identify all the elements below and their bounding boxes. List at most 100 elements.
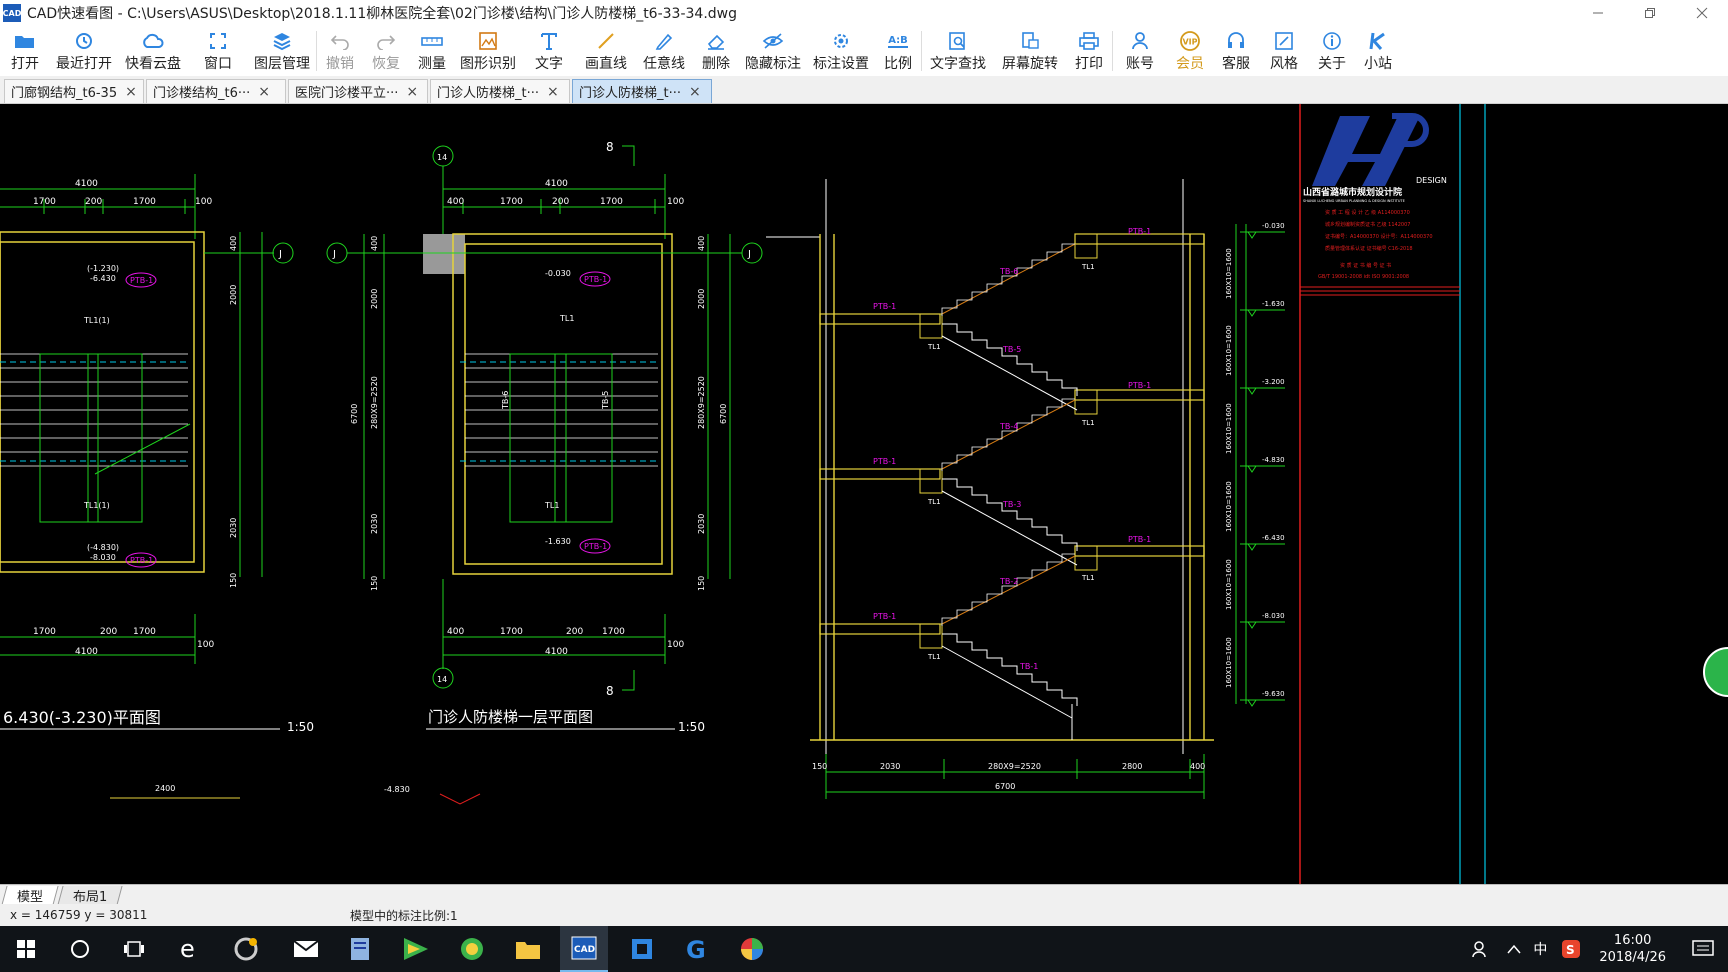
grid-14-bubble: 14 — [437, 153, 447, 162]
clock[interactable]: 16:00 2018/4/26 — [1599, 932, 1666, 966]
redo-button[interactable]: 恢复 — [363, 26, 409, 76]
tab-doc-4[interactable]: 门诊人防楼梯_t··· × — [430, 79, 570, 103]
minimize-icon — [1593, 12, 1603, 14]
close-icon[interactable]: × — [125, 84, 137, 100]
level-mark: -8.030 — [1240, 612, 1285, 629]
tab-layout1-label: 布局1 — [73, 889, 108, 904]
open-button[interactable]: 打开 — [0, 26, 50, 76]
shape-recognize-button[interactable]: 图形识别 — [455, 26, 521, 76]
close-window-button[interactable] — [1676, 0, 1728, 26]
dim-text: 2030 — [880, 762, 900, 771]
eraser-icon — [704, 30, 728, 52]
rotate-screen-button[interactable]: 屏幕旋转 — [994, 26, 1066, 76]
clock-time: 16:00 — [1613, 933, 1652, 948]
account-button[interactable]: 账号 — [1113, 26, 1167, 76]
tab-doc-1[interactable]: 门廊钢结构_t6-35 × — [4, 79, 144, 103]
undo-button[interactable]: 撤销 — [317, 26, 363, 76]
media-player-icon[interactable] — [392, 926, 440, 972]
center-plan-title: 门诊人防楼梯一层平面图 — [428, 708, 593, 726]
dim-text: 150 — [370, 576, 379, 591]
vip-button[interactable]: VIP 会员 — [1167, 26, 1213, 76]
office-icon[interactable] — [618, 926, 666, 972]
folder-open-icon — [13, 30, 37, 52]
chevron-up-icon[interactable] — [1507, 944, 1521, 954]
style-icon — [1272, 30, 1296, 52]
tb-label: TB-6 — [501, 391, 510, 410]
pencil-icon — [652, 30, 676, 52]
tab-doc-2[interactable]: 门诊楼结构_t6··· × — [146, 79, 286, 103]
cloud-label: 快看云盘 — [125, 56, 181, 72]
printer-icon — [1077, 30, 1101, 52]
delete-label: 删除 — [702, 56, 730, 72]
tb-label: TB-2 — [999, 577, 1018, 586]
open-label: 打开 — [11, 56, 39, 72]
scale-button[interactable]: A:B 比例 — [875, 26, 921, 76]
close-icon[interactable]: × — [406, 84, 418, 100]
people-icon[interactable] — [1471, 939, 1491, 959]
dim-text: 1700 — [602, 627, 625, 637]
level-text: -9.630 — [1262, 690, 1285, 698]
g-app-icon[interactable]: G — [672, 926, 720, 972]
file-explorer-icon[interactable] — [504, 926, 552, 972]
scale-label: 比例 — [884, 56, 912, 72]
level-text: -8.030 — [90, 553, 116, 562]
dim-text: 100 — [667, 197, 684, 207]
recent-button[interactable]: 最近打开 — [50, 26, 118, 76]
text-button[interactable]: 文字 — [521, 26, 577, 76]
restore-button[interactable] — [1624, 0, 1676, 26]
drawing-canvas[interactable]: 4100 1700 200 1700 100 (-1.230) -6.430 P — [0, 104, 1728, 884]
tab-model[interactable]: 模型 — [1, 885, 59, 905]
close-icon[interactable]: × — [258, 84, 270, 100]
draw-line-button[interactable]: 画直线 — [577, 26, 635, 76]
text-search-button[interactable]: 文字查找 — [922, 26, 994, 76]
style-button[interactable]: 风格 — [1259, 26, 1309, 76]
cloud-button[interactable]: 快看云盘 — [118, 26, 188, 76]
chrome-like-browser-icon[interactable] — [222, 926, 270, 972]
notification-icon[interactable] — [1692, 939, 1714, 959]
support-button[interactable]: 客服 — [1213, 26, 1259, 76]
task-view-icon[interactable] — [110, 926, 158, 972]
info-icon — [1320, 30, 1344, 52]
level-mark: -0.030 — [1240, 222, 1285, 239]
ptb-label: PTB-1 — [873, 302, 896, 311]
close-icon[interactable]: × — [689, 84, 701, 100]
dim-text: 280X9=2520 — [697, 376, 706, 429]
edge-browser-icon[interactable]: e — [166, 926, 214, 972]
close-icon[interactable]: × — [547, 84, 559, 100]
window-button[interactable]: 窗口 — [188, 26, 248, 76]
windows-start-icon[interactable] — [2, 926, 50, 972]
color-wheel-icon[interactable] — [728, 926, 776, 972]
floating-badge[interactable] — [1703, 647, 1728, 697]
tab-layout1[interactable]: 布局1 — [57, 885, 123, 905]
measure-button[interactable]: 测量 — [409, 26, 455, 76]
style-label: 风格 — [1270, 56, 1298, 72]
dim-text: 280X9=2520 — [988, 762, 1041, 771]
annotation-settings-button[interactable]: 标注设置 — [807, 26, 875, 76]
layers-button[interactable]: 图层管理 — [248, 26, 316, 76]
cad-viewer-icon[interactable]: CAD — [560, 926, 608, 972]
print-button[interactable]: 打印 — [1066, 26, 1112, 76]
company-name: 山西省潞城市规划设计院 — [1303, 186, 1402, 198]
tab-label: 医院门诊楼平立··· — [295, 86, 399, 101]
document-tabs: 门廊钢结构_t6-35 × 门诊楼结构_t6··· × 医院门诊楼平立··· ×… — [0, 76, 1728, 104]
browser-360-icon[interactable] — [448, 926, 496, 972]
minimize-button[interactable] — [1572, 0, 1624, 26]
delete-button[interactable]: 删除 — [693, 26, 739, 76]
mail-icon[interactable] — [282, 926, 330, 972]
hide-annotation-button[interactable]: 隐藏标注 — [739, 26, 807, 76]
company-name-en: SHANXI LUCHENG URBAN PLANNING & DESIGN I… — [1303, 199, 1405, 203]
mini-site-button[interactable]: 小站 — [1355, 26, 1401, 76]
input-language-indicator[interactable]: 中 — [1533, 939, 1547, 959]
dim-text: 200 — [100, 627, 117, 637]
freehand-button[interactable]: 任意线 — [635, 26, 693, 76]
tab-doc-5-active[interactable]: 门诊人防楼梯_t··· × — [572, 79, 712, 103]
status-bar: x = 146759 y = 30811 模型中的标注比例:1 — [0, 904, 1728, 926]
title-bar: CAD CAD快速看图 - C:\Users\ASUS\Desktop\2018… — [0, 0, 1728, 26]
about-button[interactable]: 关于 — [1309, 26, 1355, 76]
dim-text: 400 — [370, 236, 379, 251]
vip-label: 会员 — [1176, 56, 1204, 72]
file-doc-icon[interactable] — [336, 926, 384, 972]
cortana-search-icon[interactable] — [56, 926, 104, 972]
sogou-input-icon[interactable]: S — [1561, 939, 1581, 959]
tab-doc-3[interactable]: 医院门诊楼平立··· × — [288, 79, 428, 103]
